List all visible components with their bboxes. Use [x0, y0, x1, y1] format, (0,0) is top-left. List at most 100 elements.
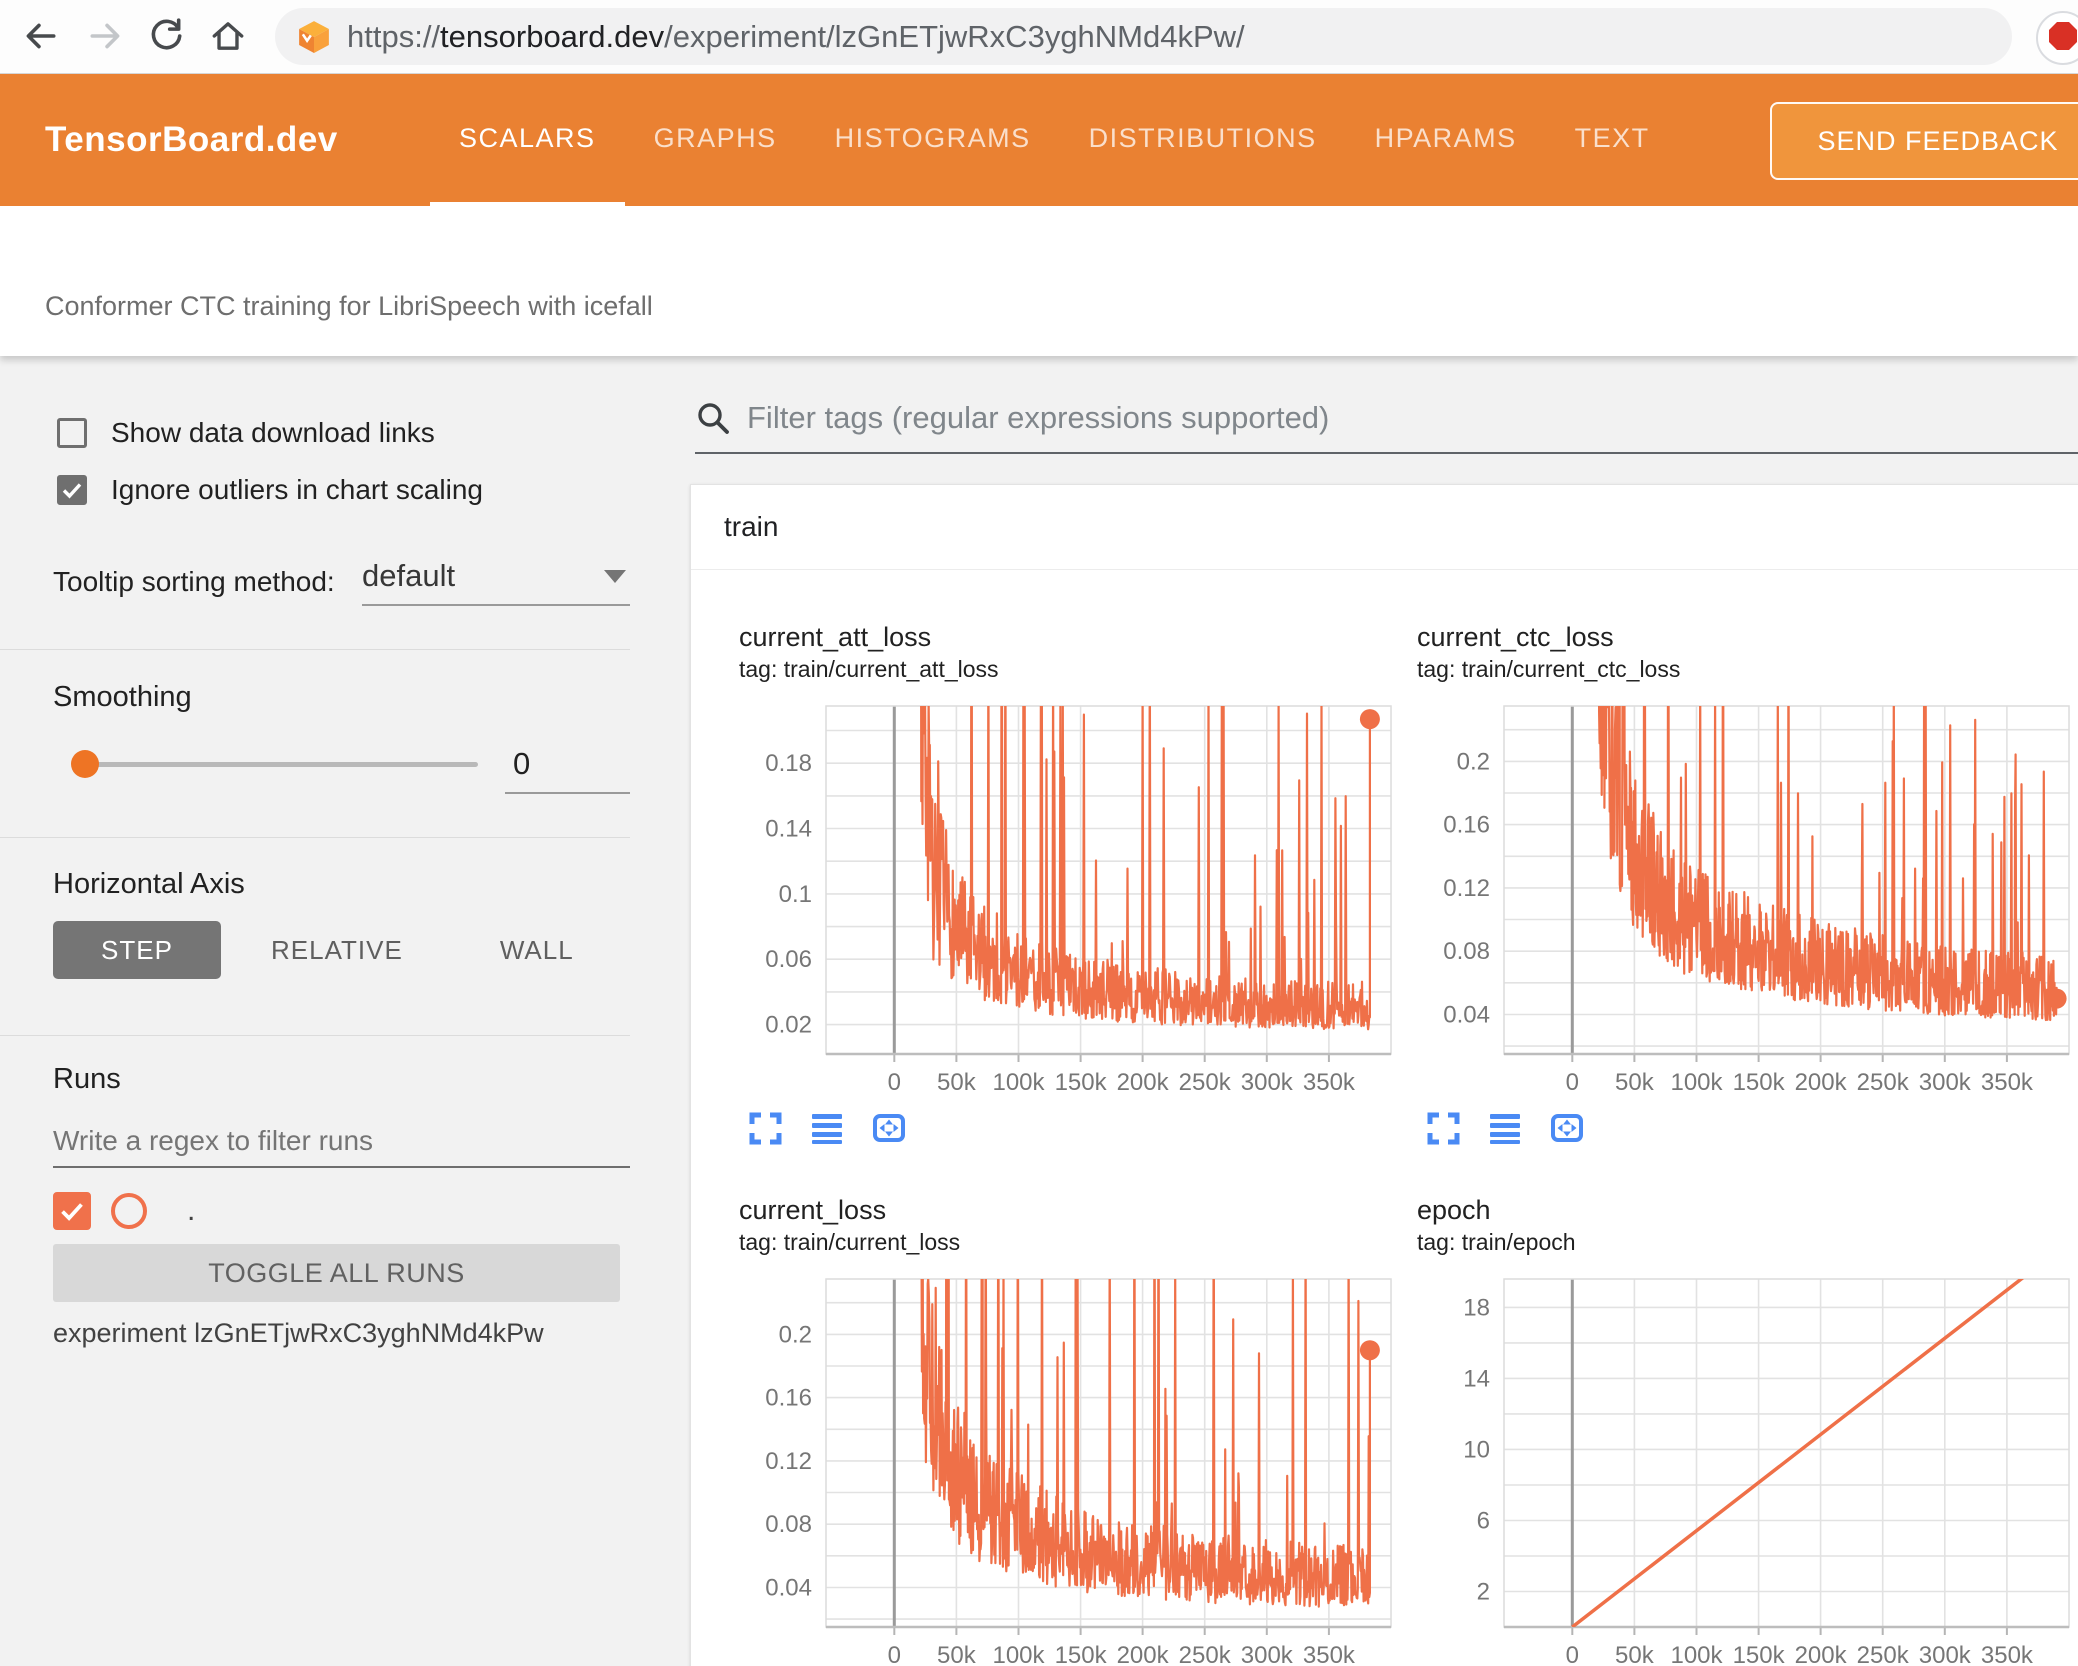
chart-tag: tag: train/current_att_loss	[739, 656, 999, 682]
url-scheme: https://	[347, 18, 441, 54]
horizontal-axis-label: Horizontal Axis	[53, 868, 245, 900]
show-download-label: Show data download links	[111, 417, 435, 448]
axis-option-wall[interactable]: WALL	[453, 921, 621, 979]
browser-profile-avatar[interactable]	[2036, 11, 2078, 65]
x-tick-label: 50k	[1615, 1069, 1655, 1096]
x-tick-label: 300k	[1241, 1642, 1294, 1666]
x-tick-label: 100k	[992, 1069, 1045, 1096]
sidebar-divider	[0, 1035, 630, 1036]
back-button[interactable]	[20, 16, 60, 56]
home-icon	[209, 17, 247, 55]
chart-plot-current_loss[interactable]: 0.04 0.08 0.12 0.16 0.2 0 50k 100k 150k 200k 250k 3…	[739, 1259, 1399, 1666]
y-tick-label: 0.2	[1457, 748, 1490, 775]
tab-scalars[interactable]: SCALARS	[430, 74, 625, 206]
log-scale-lines-icon[interactable]	[809, 1110, 845, 1146]
chart-tag: tag: train/current_ctc_loss	[1417, 656, 1681, 682]
smoothing-slider[interactable]	[53, 744, 493, 784]
runs-filter-input[interactable]	[53, 1116, 630, 1168]
y-tick-label: 0.12	[1443, 875, 1490, 902]
x-tick-label: 50k	[937, 1069, 977, 1096]
x-tick-label: 0	[1566, 1069, 1579, 1096]
y-tick-label: 0.2	[779, 1321, 812, 1348]
chart-plot-current_att_loss[interactable]: 0.02 0.06 0.1 0.14 0.18 0 50k 100k 150k 200k 250k 3…	[739, 686, 1399, 1098]
ignore-outliers-checkbox[interactable]	[57, 475, 87, 505]
x-tick-label: 350k	[1303, 1069, 1356, 1096]
filter-tags-input[interactable]	[747, 400, 2078, 442]
x-tick-label: 0	[888, 1069, 901, 1096]
chart-toolbar	[1425, 1110, 2047, 1146]
filter-tags-row	[695, 390, 2078, 454]
experiment-subtitle-row: Conformer CTC training for LibriSpeech w…	[0, 206, 2078, 356]
chart-card-current_loss: current_loss tag: train/current_loss 0.04 0…	[691, 1143, 1392, 1666]
main-content: train current_att_loss tag: train/current…	[650, 356, 2078, 1666]
y-tick-label: 0.16	[1443, 812, 1490, 839]
address-bar[interactable]: https://tensorboard.dev/experiment/lzGnE…	[275, 8, 2012, 65]
tab-graphs[interactable]: GRAPHS	[625, 74, 806, 206]
tooltip-sorting-select[interactable]: default	[362, 548, 630, 606]
url-path: /experiment/lzGnETjwRxC3yghNMd4kPw/	[664, 18, 1245, 54]
x-tick-label: 100k	[992, 1642, 1045, 1666]
fullscreen-icon[interactable]	[1425, 1110, 1461, 1146]
chart-title: epoch	[1417, 1195, 1491, 1225]
toggle-all-runs-button[interactable]: TOGGLE ALL RUNS	[53, 1244, 620, 1302]
smoothing-label: Smoothing	[53, 681, 192, 713]
y-tick-label: 18	[1463, 1294, 1490, 1321]
brand-logo: TensorBoard.dev	[45, 120, 338, 159]
series-line	[920, 706, 1371, 1031]
chart-title: current_loss	[739, 1195, 887, 1225]
fit-domain-icon[interactable]	[871, 1110, 907, 1146]
search-icon	[695, 400, 731, 436]
x-tick-label: 200k	[1117, 1069, 1170, 1096]
x-tick-label: 300k	[1919, 1642, 1972, 1666]
x-tick-label: 150k	[1733, 1642, 1786, 1666]
charts-grid: current_att_loss tag: train/current_att_l…	[691, 570, 2078, 1666]
x-tick-label: 100k	[1670, 1642, 1723, 1666]
run-checkbox[interactable]	[53, 1192, 91, 1230]
end-marker	[2046, 988, 2067, 1009]
log-scale-lines-icon[interactable]	[1487, 1110, 1523, 1146]
section-train[interactable]: train	[691, 485, 2078, 570]
x-tick-label: 350k	[1303, 1642, 1356, 1666]
x-tick-label: 350k	[1981, 1642, 2034, 1666]
experiment-label: experiment lzGnETjwRxC3yghNMd4kPw	[53, 1318, 544, 1348]
refresh-icon	[147, 17, 185, 55]
axis-option-relative[interactable]: RELATIVE	[247, 921, 427, 979]
check-icon	[61, 1203, 83, 1221]
chart-plot-epoch[interactable]: 2 6 10 14 18 0 50k 100k 150k 200k 250k 300k 350k	[1417, 1259, 2077, 1666]
show-download-row: Show data download links	[57, 411, 435, 455]
chart-card-current_att_loss: current_att_loss tag: train/current_att_l…	[691, 570, 1392, 1146]
forward-button[interactable]	[86, 16, 126, 56]
tab-distributions[interactable]: DISTRIBUTIONS	[1060, 74, 1346, 206]
run-color-circle-icon	[111, 1193, 147, 1229]
x-tick-label: 0	[888, 1642, 901, 1666]
slider-track[interactable]	[85, 762, 478, 767]
x-tick-label: 200k	[1795, 1642, 1848, 1666]
series-line	[920, 1279, 1371, 1608]
show-download-checkbox[interactable]	[57, 418, 87, 448]
fit-domain-icon[interactable]	[1549, 1110, 1585, 1146]
home-button[interactable]	[208, 16, 248, 56]
axis-option-step[interactable]: STEP	[53, 921, 221, 979]
refresh-button[interactable]	[146, 16, 186, 56]
x-tick-label: 350k	[1981, 1069, 2034, 1096]
tab-text[interactable]: TEXT	[1546, 74, 1679, 206]
series-line	[1597, 706, 2058, 1022]
smoothing-value[interactable]: 0	[505, 742, 630, 794]
tab-histograms[interactable]: HISTOGRAMS	[806, 74, 1060, 206]
send-feedback-button[interactable]: SEND FEEDBACK	[1770, 102, 2078, 180]
y-tick-label: 0.04	[765, 1575, 812, 1602]
url-domain: tensorboard.dev	[440, 18, 665, 54]
url-text: https://tensorboard.dev/experiment/lzGnE…	[347, 19, 1245, 55]
run-row: .	[53, 1188, 195, 1234]
y-tick-label: 6	[1477, 1508, 1490, 1535]
y-tick-label: 0.06	[765, 946, 812, 973]
tooltip-sorting-row: Tooltip sorting method: default	[53, 552, 633, 622]
chart-title: current_att_loss	[739, 622, 932, 652]
forward-arrow-icon	[87, 17, 125, 55]
fullscreen-icon[interactable]	[747, 1110, 783, 1146]
x-tick-label: 150k	[1733, 1069, 1786, 1096]
tab-hparams[interactable]: HPARAMS	[1346, 74, 1546, 206]
slider-thumb[interactable]	[71, 750, 99, 778]
ignore-outliers-row: Ignore outliers in chart scaling	[57, 468, 483, 512]
chart-plot-current_ctc_loss[interactable]: 0.04 0.08 0.12 0.16 0.2 0 50k 100k 150k 200k 250k 3…	[1417, 686, 2077, 1098]
